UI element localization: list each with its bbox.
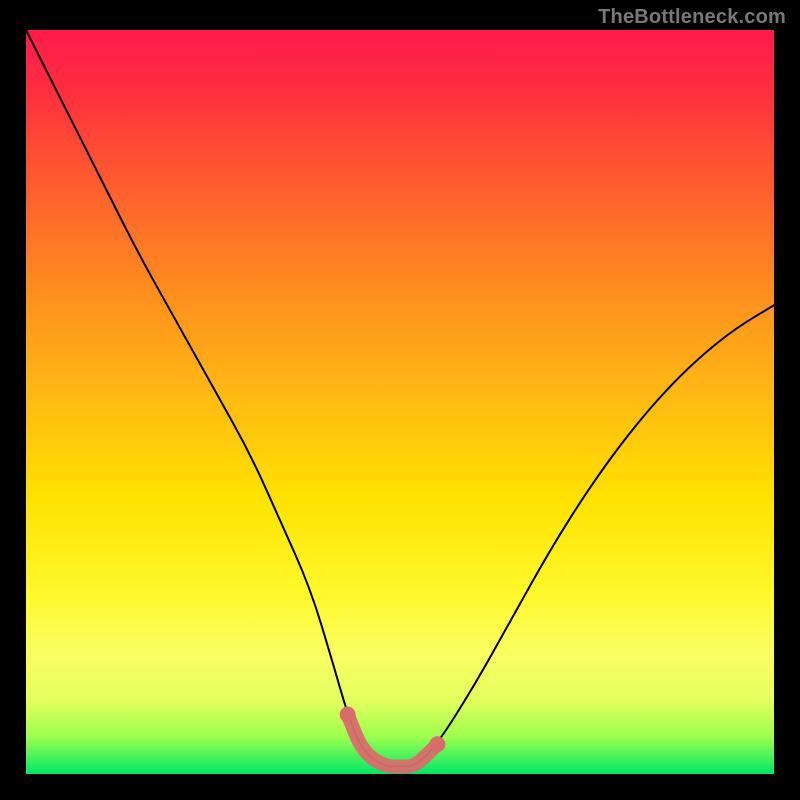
trough-highlight (348, 714, 438, 766)
trough-dot-right (429, 736, 445, 752)
watermark-text: TheBottleneck.com (598, 6, 786, 29)
trough-dot-left (340, 706, 356, 722)
chart-frame: TheBottleneck.com (0, 0, 800, 800)
plot-area (26, 30, 774, 774)
chart-svg (26, 30, 774, 774)
bottleneck-curve (26, 30, 774, 767)
